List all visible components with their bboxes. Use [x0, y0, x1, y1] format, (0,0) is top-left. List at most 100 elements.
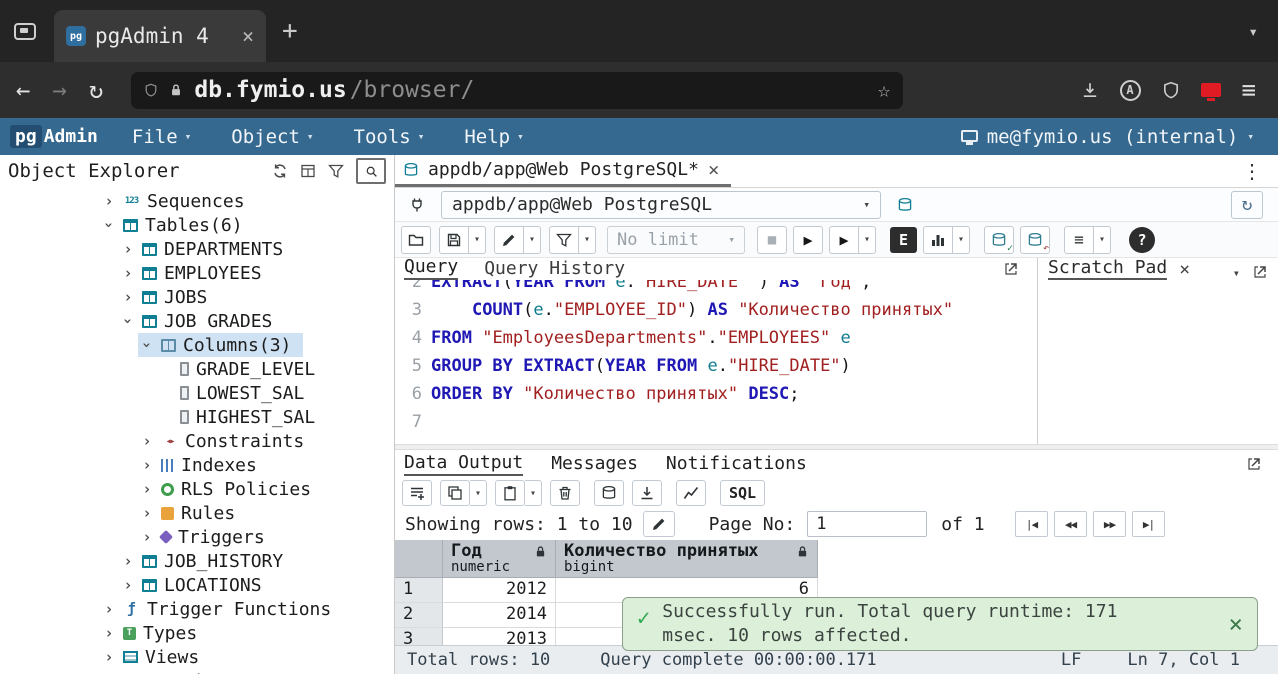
screen-share-icon[interactable]	[1201, 83, 1221, 97]
tab-messages[interactable]: Messages	[551, 453, 638, 475]
help-button[interactable]: ?	[1129, 227, 1155, 253]
filter-button[interactable]	[549, 226, 579, 254]
new-connection-icon[interactable]	[890, 191, 920, 219]
chevron-right-icon[interactable]: ›	[121, 288, 135, 306]
chevron-down-icon[interactable]: ›	[119, 314, 137, 328]
code-line[interactable]: GROUP BY EXTRACT(YEAR FROM e."HIRE_DATE"…	[431, 352, 1037, 380]
tree-item-constraints[interactable]: ›Constraints	[0, 429, 394, 453]
connection-plug-icon[interactable]	[402, 191, 432, 219]
tree-item-inner[interactable]: ›JOB GRADES	[119, 309, 284, 333]
save-file-button[interactable]	[439, 226, 469, 254]
close-icon[interactable]: ×	[1179, 259, 1190, 280]
chevron-right-icon[interactable]: ›	[102, 624, 116, 642]
tree-item-inner[interactable]: ›Views	[100, 645, 211, 669]
tree-item-lowest-sal[interactable]: ›LOWEST_SAL	[0, 381, 394, 405]
tab-close-icon[interactable]: ×	[242, 24, 254, 48]
chevron-right-icon[interactable]: ›	[140, 456, 154, 474]
tab-data-output[interactable]: Data Output	[404, 452, 523, 476]
code-line[interactable]	[431, 408, 1037, 436]
paste-button[interactable]	[495, 480, 525, 506]
tree-item-inner[interactable]: ›Trigger Functions	[100, 597, 343, 621]
tree-item-sequences[interactable]: ›Sequences	[0, 189, 394, 213]
explain-button[interactable]: E	[890, 227, 917, 253]
cell[interactable]: 2014	[443, 603, 556, 628]
edit-button[interactable]	[494, 226, 524, 254]
sql-code[interactable]: EXTRACT(YEAR FROM e."HIRE_DATE" ) AS "Го…	[431, 280, 1037, 436]
copy-options-caret[interactable]: ▾	[470, 480, 487, 506]
back-icon[interactable]: ←	[16, 78, 30, 102]
tab-query-history[interactable]: Query History	[484, 258, 625, 280]
code-line[interactable]: FROM "EmployeesDepartments"."EMPLOYEES" …	[431, 324, 1037, 352]
tree-item-jobs[interactable]: ›JOBS	[0, 285, 394, 309]
tree-item-inner[interactable]: ›Types	[100, 621, 209, 645]
tree-item-inner[interactable]: ›EMPLOYEES	[119, 261, 274, 285]
chevron-down-icon[interactable]: ›	[100, 218, 118, 232]
expand-output-icon[interactable]	[1246, 456, 1262, 472]
kebab-menu-icon[interactable]: ⋮	[1242, 159, 1278, 183]
close-icon[interactable]: ×	[708, 159, 719, 181]
download-icon[interactable]	[1081, 81, 1099, 99]
reset-layout-button[interactable]: ↻	[1231, 191, 1263, 219]
tree-item-job-history[interactable]: ›JOB_HISTORY	[0, 549, 394, 573]
tree-item-triggers[interactable]: ›Triggers	[0, 525, 394, 549]
chevron-right-icon[interactable]: ›	[121, 240, 135, 258]
tab-overview-icon[interactable]	[14, 23, 36, 40]
menu-tools[interactable]: Tools▾	[354, 126, 425, 148]
save-data-button[interactable]	[594, 480, 624, 506]
query-tool-tab[interactable]: appdb/app@Web PostgreSQL* ×	[395, 155, 731, 187]
commit-button[interactable]: ✓	[984, 226, 1014, 254]
chevron-right-icon[interactable]: ›	[140, 432, 154, 450]
cell[interactable]: 2012	[443, 578, 556, 603]
filter-options-caret[interactable]: ▾	[579, 226, 596, 254]
copy-button[interactable]	[440, 480, 470, 506]
chevron-right-icon[interactable]: ›	[102, 600, 116, 618]
macros-caret[interactable]: ▾	[1094, 226, 1111, 254]
tree-item-countries[interactable]: ›countries	[0, 669, 394, 674]
tree-item-rls-policies[interactable]: ›RLS Policies	[0, 477, 394, 501]
connection-select[interactable]: appdb/app@Web PostgreSQL ▾	[441, 191, 881, 219]
tree-item-inner[interactable]: ›DEPARTMENTS	[119, 237, 295, 261]
user-menu[interactable]: me@fymio.us (internal) ▾	[961, 126, 1268, 148]
tree-item-columns-3-[interactable]: ›Columns(3)	[0, 333, 394, 357]
execute-button[interactable]: ▶	[793, 226, 823, 254]
bookmark-star-icon[interactable]: ☆	[878, 78, 891, 102]
tree-item-departments[interactable]: ›DEPARTMENTS	[0, 237, 394, 261]
macros-button[interactable]: ≡	[1064, 226, 1094, 254]
show-sql-button[interactable]: SQL	[720, 480, 765, 506]
profile-icon[interactable]: A	[1120, 80, 1141, 101]
tree-item-inner[interactable]: ›LOWEST_SAL	[157, 381, 316, 405]
chevron-right-icon[interactable]: ›	[121, 552, 135, 570]
row-number[interactable]: 3	[395, 628, 443, 645]
tree-item-inner[interactable]: ›Constraints	[138, 429, 316, 453]
forward-icon[interactable]: →	[52, 78, 66, 102]
delete-row-button[interactable]	[550, 480, 580, 506]
search-button[interactable]	[356, 158, 386, 184]
chevron-right-icon[interactable]: ›	[140, 504, 154, 522]
tree-item-job-grades[interactable]: ›JOB GRADES	[0, 309, 394, 333]
chevron-right-icon[interactable]: ›	[102, 192, 116, 210]
menu-file[interactable]: File▾	[132, 126, 191, 148]
row-number[interactable]: 1	[395, 578, 443, 603]
previous-page-icon[interactable]: ◀◀	[1054, 511, 1087, 537]
code-line[interactable]: EXTRACT(YEAR FROM e."HIRE_DATE" ) AS "Го…	[431, 280, 1037, 296]
explain-analyze-button[interactable]	[923, 226, 953, 254]
url-bar[interactable]: db.fymio.us /browser/ ☆	[131, 72, 903, 109]
tree-item-inner[interactable]: ›Indexes	[138, 453, 269, 477]
chevron-down-icon[interactable]: ▾	[1233, 266, 1240, 280]
chevron-down-icon[interactable]: ›	[138, 338, 156, 352]
tree-item-inner[interactable]: ›HIGHEST_SAL	[157, 405, 327, 429]
sync-icon[interactable]	[272, 163, 288, 179]
row-number-header[interactable]	[395, 540, 443, 578]
tree-item-types[interactable]: ›Types	[0, 621, 394, 645]
tree-item-inner[interactable]: ›GRADE_LEVEL	[157, 357, 327, 381]
row-number[interactable]: 2	[395, 603, 443, 628]
grid-icon[interactable]	[300, 163, 316, 179]
tree-item-inner[interactable]: ›Columns(3)	[138, 333, 303, 357]
tree-item-inner[interactable]: ›JOBS	[119, 285, 219, 309]
tree-item-locations[interactable]: ›LOCATIONS	[0, 573, 394, 597]
column-header[interactable]: Количество принятых bigint	[556, 540, 818, 578]
browser-tab[interactable]: pg pgAdmin 4 ×	[54, 10, 266, 62]
explain-options-caret[interactable]: ▾	[953, 226, 970, 254]
execute-options-caret[interactable]: ▾	[859, 226, 876, 254]
tab-query[interactable]: Query	[404, 256, 458, 280]
